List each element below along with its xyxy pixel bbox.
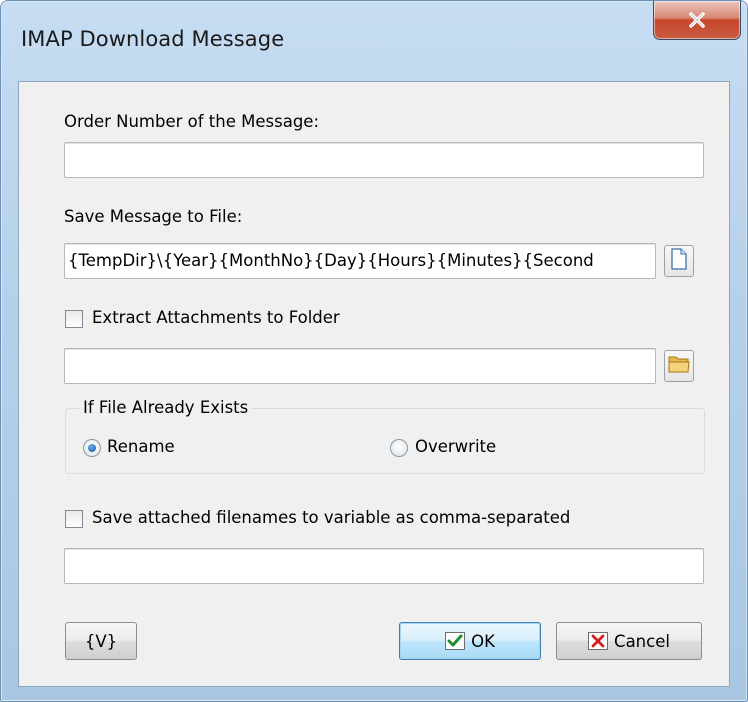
check-icon bbox=[445, 632, 466, 650]
order-number-input[interactable] bbox=[64, 142, 704, 178]
ok-button-label: OK bbox=[471, 631, 495, 651]
cancel-button-label: Cancel bbox=[614, 631, 670, 651]
save-filenames-checkbox[interactable] bbox=[65, 510, 83, 528]
extract-attachments-label[interactable]: Extract Attachments to Folder bbox=[92, 308, 340, 327]
ok-button[interactable]: OK bbox=[399, 622, 541, 660]
close-button[interactable] bbox=[653, 1, 741, 40]
variables-button[interactable]: {V} bbox=[65, 622, 137, 660]
order-number-label: Order Number of the Message: bbox=[64, 112, 320, 131]
attachments-folder-input[interactable] bbox=[64, 348, 656, 384]
browse-file-button[interactable] bbox=[664, 245, 694, 277]
save-filenames-label[interactable]: Save attached filenames to variable as c… bbox=[92, 508, 570, 527]
folder-icon bbox=[668, 354, 690, 378]
title-bar[interactable]: IMAP Download Message bbox=[1, 1, 747, 81]
window-title: IMAP Download Message bbox=[21, 27, 285, 51]
file-icon bbox=[670, 248, 688, 274]
save-to-file-input[interactable]: {TempDir}\{Year}{MonthNo}{Day}{Hours}{Mi… bbox=[64, 243, 656, 279]
if-exists-group-title: If File Already Exists bbox=[79, 398, 253, 417]
rename-label[interactable]: Rename bbox=[107, 437, 175, 456]
variables-button-label: {V} bbox=[84, 631, 118, 651]
filenames-variable-input[interactable] bbox=[64, 548, 704, 584]
dialog-window: IMAP Download Message Order Number of th… bbox=[0, 0, 748, 702]
rename-radio[interactable] bbox=[83, 439, 101, 457]
extract-attachments-checkbox[interactable] bbox=[65, 310, 83, 328]
save-to-file-label: Save Message to File: bbox=[64, 207, 243, 226]
dialog-client-area: Order Number of the Message: Save Messag… bbox=[18, 81, 730, 687]
cancel-button[interactable]: Cancel bbox=[556, 622, 702, 660]
overwrite-label[interactable]: Overwrite bbox=[415, 437, 496, 456]
x-icon bbox=[588, 632, 609, 650]
close-icon bbox=[688, 12, 706, 28]
overwrite-radio[interactable] bbox=[390, 439, 408, 457]
browse-folder-button[interactable] bbox=[664, 350, 694, 382]
